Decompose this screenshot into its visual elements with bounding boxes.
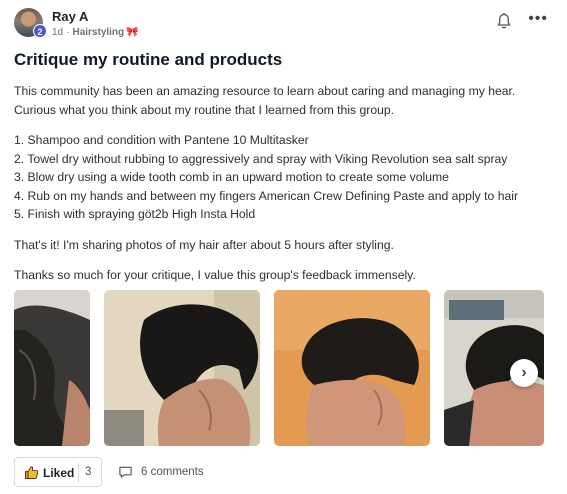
step-item: 2. Towel dry without rubbing to aggressi…	[14, 151, 508, 166]
photo-gallery: ›	[14, 290, 544, 446]
post-time: 1d	[52, 27, 64, 38]
step-item: 1. Shampoo and condition with Pantene 10…	[14, 133, 309, 147]
like-divider	[78, 463, 79, 483]
hair-photo-2[interactable]	[104, 290, 260, 446]
post-meta: 1d · Hairstyling 🎀	[52, 27, 139, 38]
step-item: 4. Rub on my hands and between my finger…	[14, 188, 519, 203]
ribbon-icon: 🎀	[126, 27, 139, 38]
more-options-icon[interactable]: •••	[528, 10, 548, 28]
intro-line-2: Curious what you think about my routine …	[14, 102, 395, 117]
hair-photo-1[interactable]	[14, 290, 90, 446]
bell-icon[interactable]	[496, 12, 512, 30]
like-label: Liked	[43, 466, 75, 480]
post-card: 2 Ray A 1d · Hairstyling 🎀 ••• Critique my …	[0, 0, 567, 494]
step-item: 3. Blow dry using a wide tooth comb in a…	[14, 170, 449, 184]
post-body: This community has been an amazing resou…	[14, 82, 554, 297]
intro-line-1: This community has been an amazing resou…	[14, 84, 516, 98]
like-button[interactable]: Liked 3	[14, 457, 102, 487]
post-title: Critique my routine and products	[14, 50, 283, 69]
post-footer: Liked 3 6 comments	[14, 457, 554, 487]
closing-paragraph: That's it! I'm sharing photos of my hair…	[14, 237, 394, 252]
comment-icon	[118, 465, 133, 479]
thumbs-up-icon	[24, 465, 39, 480]
avatar[interactable]: 2	[14, 8, 47, 38]
comments-label: 6 comments	[141, 466, 204, 478]
chevron-right-icon[interactable]: ›	[510, 359, 538, 387]
step-item: 5. Finish with spraying göt2b High Insta…	[14, 207, 256, 221]
author-name[interactable]: Ray A	[52, 9, 88, 24]
avatar-badge: 2	[33, 24, 47, 38]
group-name[interactable]: Hairstyling	[72, 27, 124, 38]
routine-steps: 1. Shampoo and condition with Pantene 10…	[14, 131, 554, 224]
hair-photo-3[interactable]	[274, 290, 430, 446]
thanks-paragraph: Thanks so much for your critique, I valu…	[14, 268, 416, 282]
post-header: 2 Ray A 1d · Hairstyling 🎀 •••	[14, 8, 554, 40]
meta-separator: ·	[66, 27, 70, 38]
intro-paragraph: This community has been an amazing resou…	[14, 82, 554, 119]
like-count[interactable]: 3	[85, 466, 91, 478]
